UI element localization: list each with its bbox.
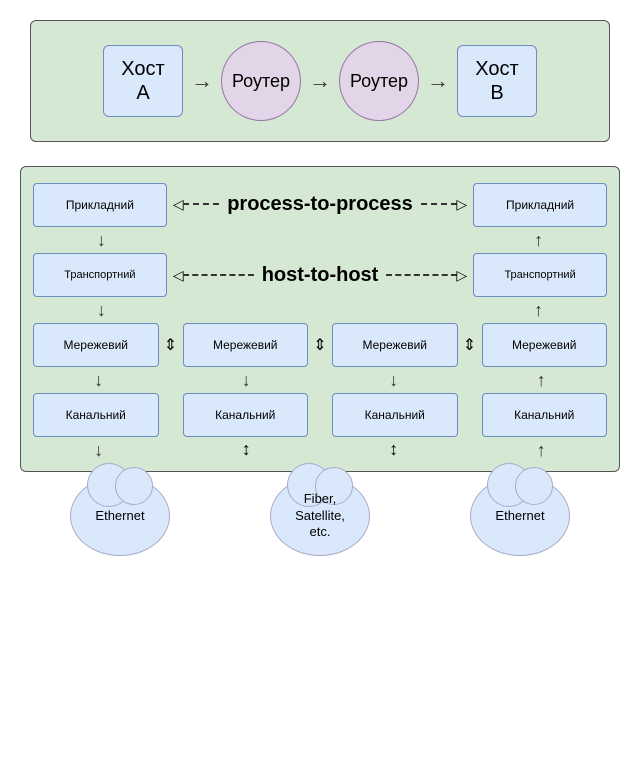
prykladnyi-left: Прикладний (33, 183, 167, 227)
down-arrow-pryk-left: ↓ (97, 231, 106, 249)
main-container: Хост A → Роутер → Роутер → Хост B Прикла… (0, 0, 640, 758)
merezhevyi-host-right: Мережевий (482, 323, 608, 367)
up-arrow-pryk-right: ↑ (534, 231, 543, 249)
arrow-3: → (419, 68, 457, 94)
inter-arrow-3: ⇕ (463, 335, 476, 355)
kanalnyi-router2: Канальний (332, 393, 458, 437)
kanalnyi-router1: Канальний (183, 393, 309, 437)
p2p-label: process-to-process (219, 193, 421, 216)
dashed-right-p2p: ▷ (456, 196, 467, 213)
arrow-2: → (301, 68, 339, 94)
ethernet1-label: Ethernet (95, 508, 144, 525)
kanalnyi-host-right: Канальний (482, 393, 608, 437)
host-b-box: Хост B (457, 45, 537, 117)
merezhevyi-router1: Мережевий (183, 323, 309, 367)
host-a-label: Хост A (121, 57, 164, 105)
updown-arrow-kan-r2: ↕ (389, 439, 398, 461)
fiber-label: Fiber, Satellite, etc. (295, 491, 345, 542)
fiber-cloud: Fiber, Satellite, etc. (270, 476, 370, 556)
h2h-label: host-to-host (254, 264, 387, 287)
ethernet2-cloud: Ethernet (470, 476, 570, 556)
ethernet2-label: Ethernet (495, 508, 544, 525)
host-a-box: Хост A (103, 45, 183, 117)
down-arrow-mer-left: ↓ (94, 371, 103, 389)
bottom-diagram: Прикладний ◁ process-to-process ▷ (20, 166, 620, 472)
ethernet1-cloud: Ethernet (70, 476, 170, 556)
router2-box: Роутер (339, 41, 419, 121)
router2-label: Роутер (350, 71, 408, 92)
host-b-label: Хост B (475, 57, 518, 105)
clouds-row: Ethernet Fiber, Satellite, etc. Ethernet (20, 476, 620, 556)
router1-box: Роутер (221, 41, 301, 121)
top-diagram: Хост A → Роутер → Роутер → Хост B (30, 20, 610, 142)
down-arrow-mer-r2: ↓ (389, 371, 398, 389)
transportnyi-left: Транспортний (33, 253, 167, 297)
router1-label: Роутер (232, 71, 290, 92)
updown-arrow-kan-r1: ↕ (242, 439, 251, 461)
down-arrow-trans-left: ↓ (97, 301, 106, 319)
kanalnyi-host-left: Канальний (33, 393, 159, 437)
arrow-1: → (183, 68, 221, 94)
up-arrow-kan-right: ↑ (537, 441, 546, 459)
up-arrow-trans-right: ↑ (534, 301, 543, 319)
down-arrow-mer-r1: ↓ (242, 371, 251, 389)
merezhevyi-router2: Мережевий (332, 323, 458, 367)
transportnyi-right: Транспортний (473, 253, 607, 297)
down-arrow-kan-left: ↓ (94, 441, 103, 459)
inter-arrow-1: ⇕ (164, 335, 177, 355)
prykladnyi-right: Прикладний (473, 183, 607, 227)
up-arrow-mer-right: ↑ (537, 371, 546, 389)
merezhevyi-host-left: Мережевий (33, 323, 159, 367)
inter-arrow-2: ⇕ (313, 335, 326, 355)
